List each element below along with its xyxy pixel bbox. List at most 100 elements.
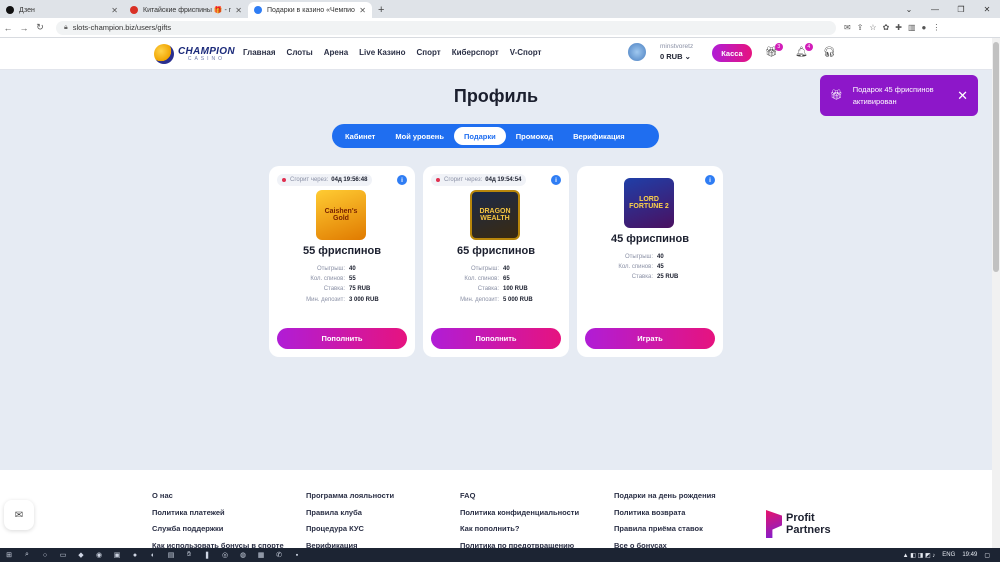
extensions-puzzle-icon[interactable]: ✚ [895,23,902,32]
footer-link[interactable]: Процедура КУС [306,521,394,538]
tab-verification[interactable]: Верификация [563,127,634,145]
scrollbar[interactable] [992,38,1000,548]
scrollbar-thumb[interactable] [993,42,999,272]
minimize-icon[interactable]: — [922,0,948,18]
stat-label: Отыгрыш: [624,254,653,260]
folder-icon[interactable]: ▤ [162,551,180,559]
menu-icon[interactable]: ⋮ [932,23,940,32]
footer-link[interactable]: Политика возврата [614,505,716,522]
chevron-down-icon: ⌄ [684,52,691,61]
bell-icon[interactable]: 🔔︎ 4 [795,43,813,58]
close-window-icon[interactable]: ✕ [974,0,1000,18]
taskbar-app-icon[interactable]: ◆ [72,551,90,559]
browser-toolbar: ← → ↻ 🔒︎ slots-champion.biz/users/gifts … [0,18,1000,38]
info-icon[interactable]: i [551,175,561,185]
footer-link[interactable]: Подарки на день рождения [614,488,716,505]
extension-icon[interactable]: ✿ [883,23,890,32]
game-thumbnail[interactable]: DRAGON WEALTH [470,190,520,240]
share-icon[interactable]: ⇪ [857,23,864,32]
taskbar-app-icon[interactable]: ◐ [144,552,162,559]
language-indicator[interactable]: ENG [942,552,955,558]
casino-logo[interactable]: CHAMPION CASINO [154,44,235,64]
maximize-icon[interactable]: ❐ [948,0,974,18]
tab-close-icon[interactable]: ✕ [235,6,242,15]
reload-icon[interactable]: ↻ [32,22,48,33]
cashier-button[interactable]: Касса [712,44,752,62]
nav-item-esport[interactable]: Киберспорт [452,48,499,57]
tab-promocode[interactable]: Промокод [506,127,563,145]
windows-start-icon[interactable]: ⊞ [0,551,18,559]
profit-partners-logo[interactable]: Profit Partners [766,510,831,538]
sidebar-icon[interactable]: ▥ [908,23,916,32]
footer-link[interactable]: Как пополнить? [460,521,579,538]
game-thumbnail[interactable]: LORD FORTUNE 2 [624,178,674,228]
user-menu[interactable]: minstvoretz 0 RUB ⌄ [628,43,693,61]
taskbar-app-icon[interactable]: ❚ [198,551,216,559]
nav-item-arena[interactable]: Арена [324,48,348,57]
game-thumbnail[interactable]: Caishen's Gold [316,190,366,240]
search-icon[interactable]: ⌕ [18,551,36,559]
footer-link[interactable]: Правила клуба [306,505,394,522]
taskbar-app-icon[interactable]: ▦ [252,551,270,559]
browser-tab-1[interactable]: Дзен ✕ [0,2,124,18]
footer-link[interactable]: Политика конфиденциальности [460,505,579,522]
tab-close-icon[interactable]: ✕ [359,6,366,15]
tab-cabinet[interactable]: Кабинет [335,127,385,145]
task-view-icon[interactable]: ▭ [54,551,72,559]
footer-link[interactable]: О нас [152,488,284,505]
deposit-button[interactable]: Пополнить [431,328,561,349]
gmail-icon[interactable]: ✉ [844,23,851,32]
footer-link[interactable]: FAQ [460,488,579,505]
stat-value: 45 [657,264,664,271]
info-icon[interactable]: i [397,175,407,185]
profile-icon[interactable]: ● [922,23,927,32]
stat-label: Кол. спинов: [464,276,499,283]
footer-link[interactable]: Служба поддержки [152,521,284,538]
gift-badge: 3 [774,43,783,51]
taskbar-app-icon[interactable]: ◉ [90,551,108,559]
gift-icon[interactable]: 🎁︎ 3 [765,43,783,58]
footer-link[interactable]: Программа лояльности [306,488,394,505]
mail-icon[interactable]: ✉ [4,500,34,530]
nav-item-home[interactable]: Главная [243,48,276,57]
browser-tab-2[interactable]: Китайские фриспины 🎁 - mir... ✕ [124,2,248,18]
taskbar-app-icon[interactable]: ▣ [108,551,126,559]
clock[interactable]: 19:49 [962,552,977,558]
nav-item-sport[interactable]: Спорт [417,48,441,57]
taskbar-app-icon[interactable]: ▪ [288,552,306,559]
info-icon[interactable]: i [705,175,715,185]
bookmark-star-icon[interactable]: ☆ [869,23,876,32]
tab-search-icon[interactable]: ⌄ [896,0,922,18]
chrome-icon[interactable]: ◍ [234,551,252,559]
footer-column: Программа лояльности Правила клуба Проце… [306,488,394,554]
address-bar[interactable]: 🔒︎ slots-champion.biz/users/gifts [56,20,836,35]
deposit-button[interactable]: Пополнить [277,328,407,349]
browser-tab-3[interactable]: Подарки в казино «Чемпион» ✕ [248,2,372,18]
whatsapp-icon[interactable]: ✆ [270,551,288,559]
tab-close-icon[interactable]: ✕ [111,6,118,15]
taskbar-app-icon[interactable]: ● [126,552,144,559]
tab-favicon-icon [6,6,14,14]
footer-link[interactable]: Правила приёма ставок [614,521,716,538]
nav-item-live-casino[interactable]: Live Казино [359,48,405,57]
timer-label: Сгорит через: [444,177,483,183]
nav-item-slots[interactable]: Слоты [287,48,313,57]
back-icon[interactable]: ← [0,23,16,33]
cortana-icon[interactable]: ○ [36,552,54,559]
taskbar-app-icon[interactable]: ◎ [216,551,234,559]
page-title: Профиль [453,86,539,106]
expiry-timer: Сгорит через: 04д 19:54:54 [431,174,527,186]
nav-item-vsport[interactable]: V-Спорт [510,48,542,57]
notifications-icon[interactable]: ▢ [984,552,990,559]
play-button[interactable]: Играть [585,328,715,349]
freespins-count: 45 фриспинов [610,233,690,245]
tray-icons[interactable]: ▲ ◧ ◨ ◩ ♪ [903,552,936,559]
tab-gifts[interactable]: Подарки [453,127,506,145]
tab-my-level[interactable]: Мой уровень [385,127,454,145]
taskbar-app-icon[interactable]: ✋︎ [180,551,198,559]
support-headset-icon[interactable]: 🎧︎ [823,47,836,58]
new-tab-icon[interactable]: + [378,2,384,18]
footer-link[interactable]: Политика платежей [152,505,284,522]
partner-line-1: Profit [786,512,815,524]
forward-icon[interactable]: → [16,23,32,33]
